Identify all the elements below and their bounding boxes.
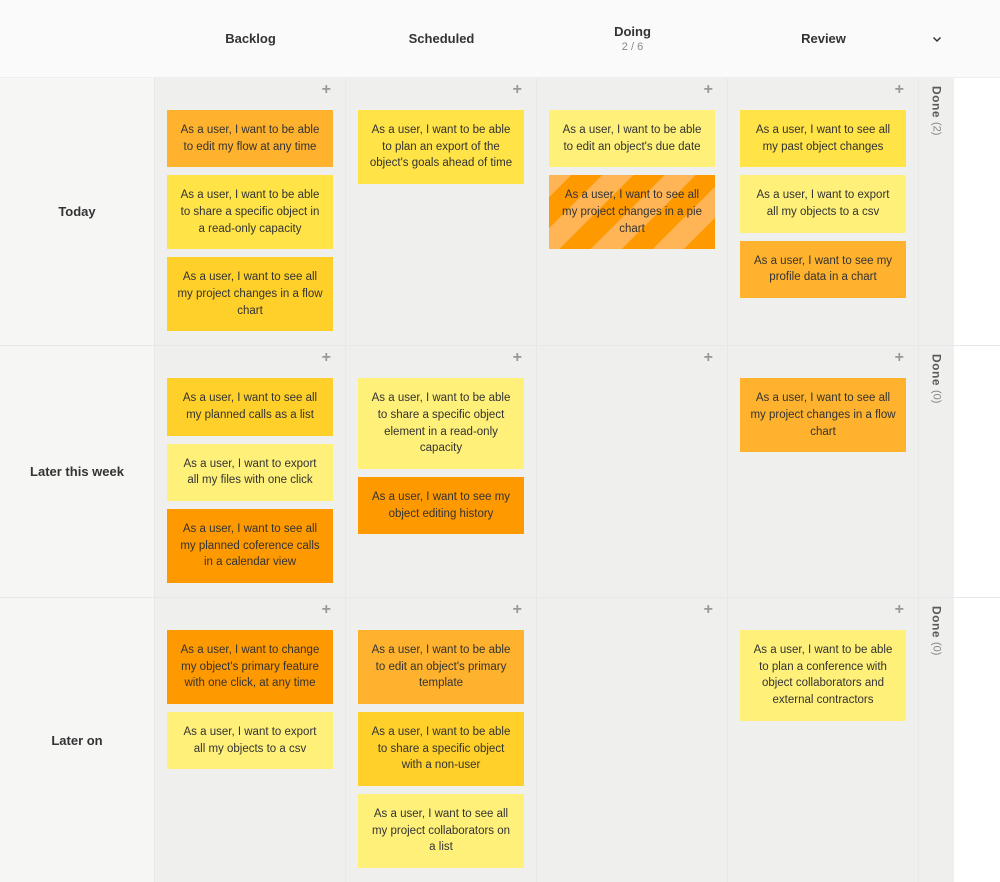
- column-title: Backlog: [161, 31, 340, 46]
- add-card-button[interactable]: +: [740, 598, 906, 622]
- cell-lateron-review: + As a user, I want to be able to plan a…: [728, 598, 919, 882]
- card[interactable]: As a user, I want to see my profile data…: [740, 241, 906, 298]
- card[interactable]: As a user, I want to export all my objec…: [167, 712, 333, 769]
- plus-icon: +: [895, 81, 904, 99]
- done-label: Done: [930, 606, 944, 638]
- column-title: Review: [734, 31, 913, 46]
- swimlane-later-this-week: Later this week + As a user, I want to s…: [0, 346, 1000, 598]
- add-card-button[interactable]: +: [549, 598, 715, 622]
- add-card-button[interactable]: +: [358, 598, 524, 622]
- column-title: Scheduled: [352, 31, 531, 46]
- card[interactable]: As a user, I want to see all my planned …: [167, 378, 333, 435]
- card[interactable]: As a user, I want to be able to share a …: [167, 175, 333, 249]
- plus-icon: +: [513, 601, 522, 619]
- add-card-button[interactable]: +: [549, 346, 715, 370]
- add-card-button[interactable]: +: [167, 346, 333, 370]
- card[interactable]: As a user, I want to see all my project …: [549, 175, 715, 249]
- column-header-scheduled[interactable]: Scheduled: [346, 31, 537, 46]
- cell-today-doing: + As a user, I want to be able to edit a…: [537, 78, 728, 345]
- card[interactable]: As a user, I want to change my object's …: [167, 630, 333, 704]
- cell-lateron-backlog: + As a user, I want to change my object'…: [155, 598, 346, 882]
- plus-icon: +: [704, 601, 713, 619]
- swimlane-later-on: Later on + As a user, I want to change m…: [0, 598, 1000, 882]
- add-card-button[interactable]: +: [167, 598, 333, 622]
- add-card-button[interactable]: +: [740, 346, 906, 370]
- plus-icon: +: [513, 349, 522, 367]
- add-card-button[interactable]: +: [358, 346, 524, 370]
- column-subtitle: 2 / 6: [543, 41, 722, 53]
- column-header-doing[interactable]: Doing 2 / 6: [537, 24, 728, 53]
- card[interactable]: As a user, I want to see all my project …: [740, 378, 906, 452]
- swimlane-label: Later on: [0, 598, 155, 882]
- done-count: (0): [931, 390, 943, 403]
- cell-lateron-scheduled: + As a user, I want to be able to edit a…: [346, 598, 537, 882]
- card[interactable]: As a user, I want to be able to plan an …: [358, 110, 524, 184]
- cell-lateron-doing: +: [537, 598, 728, 882]
- plus-icon: +: [322, 601, 331, 619]
- plus-icon: +: [513, 81, 522, 99]
- card[interactable]: As a user, I want to see all my project …: [358, 794, 524, 868]
- done-label: Done: [930, 86, 944, 118]
- add-card-button[interactable]: +: [167, 78, 333, 102]
- plus-icon: +: [322, 349, 331, 367]
- cell-today-backlog: + As a user, I want to be able to edit m…: [155, 78, 346, 345]
- card[interactable]: As a user, I want to be able to edit an …: [358, 630, 524, 704]
- add-card-button[interactable]: +: [740, 78, 906, 102]
- card[interactable]: As a user, I want to see all my past obj…: [740, 110, 906, 167]
- card[interactable]: As a user, I want to see my object editi…: [358, 477, 524, 534]
- card[interactable]: As a user, I want to export all my files…: [167, 444, 333, 501]
- expand-done-toggle[interactable]: [919, 33, 954, 45]
- column-header-backlog[interactable]: Backlog: [155, 31, 346, 46]
- card[interactable]: As a user, I want to see all my planned …: [167, 509, 333, 583]
- swimlane-label: Later this week: [0, 346, 155, 597]
- cell-today-review: + As a user, I want to see all my past o…: [728, 78, 919, 345]
- column-header-review[interactable]: Review: [728, 31, 919, 46]
- cell-laterweek-doing: +: [537, 346, 728, 597]
- done-label: Done: [930, 354, 944, 386]
- card[interactable]: As a user, I want to be able to share a …: [358, 712, 524, 786]
- plus-icon: +: [704, 81, 713, 99]
- plus-icon: +: [704, 349, 713, 367]
- card[interactable]: As a user, I want to export all my objec…: [740, 175, 906, 232]
- kanban-board: Backlog Scheduled Doing 2 / 6 Review Tod…: [0, 0, 1000, 882]
- done-count: (0): [931, 642, 943, 655]
- add-card-button[interactable]: +: [358, 78, 524, 102]
- cell-laterweek-review: + As a user, I want to see all my projec…: [728, 346, 919, 597]
- column-title: Doing: [543, 24, 722, 39]
- cell-laterweek-backlog: + As a user, I want to see all my planne…: [155, 346, 346, 597]
- cell-laterweek-scheduled: + As a user, I want to be able to share …: [346, 346, 537, 597]
- add-card-button[interactable]: +: [549, 78, 715, 102]
- cell-today-scheduled: + As a user, I want to be able to plan a…: [346, 78, 537, 345]
- card[interactable]: As a user, I want to see all my project …: [167, 257, 333, 331]
- swimlane-today: Today + As a user, I want to be able to …: [0, 78, 1000, 346]
- card[interactable]: As a user, I want to be able to plan a c…: [740, 630, 906, 721]
- done-count: (2): [931, 122, 943, 135]
- plus-icon: +: [322, 81, 331, 99]
- plus-icon: +: [895, 601, 904, 619]
- done-collapsed-laterweek[interactable]: Done (0): [919, 346, 954, 597]
- card[interactable]: As a user, I want to be able to edit an …: [549, 110, 715, 167]
- card[interactable]: As a user, I want to be able to share a …: [358, 378, 524, 469]
- chevron-down-icon: [931, 33, 943, 45]
- card[interactable]: As a user, I want to be able to edit my …: [167, 110, 333, 167]
- done-collapsed-today[interactable]: Done (2): [919, 78, 954, 345]
- plus-icon: +: [895, 349, 904, 367]
- swimlane-label: Today: [0, 78, 155, 345]
- column-header-row: Backlog Scheduled Doing 2 / 6 Review: [0, 0, 1000, 78]
- done-collapsed-lateron[interactable]: Done (0): [919, 598, 954, 882]
